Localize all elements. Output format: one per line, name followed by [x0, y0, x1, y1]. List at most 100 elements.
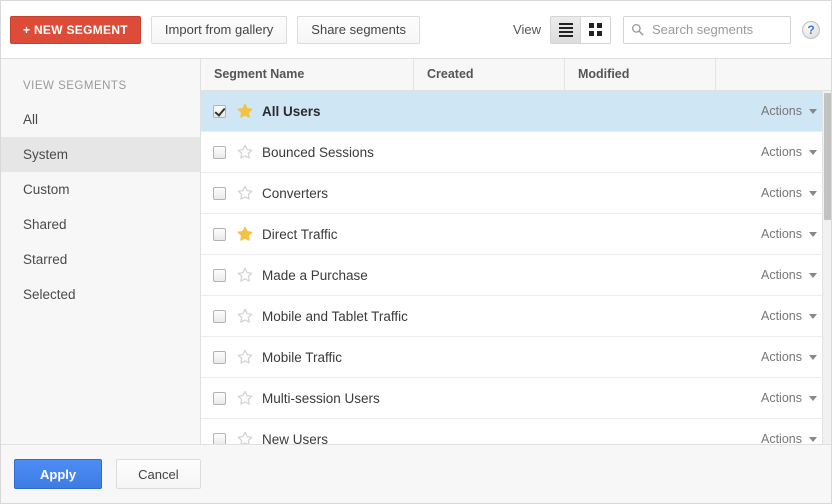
new-segment-button[interactable]: + NEW SEGMENT: [10, 15, 141, 44]
row-checkbox[interactable]: [213, 391, 226, 405]
dialog-footer: Apply Cancel: [1, 445, 831, 503]
row-actions-menu[interactable]: Actions: [761, 145, 817, 159]
row-checkbox[interactable]: [213, 268, 226, 282]
sidebar-item-selected[interactable]: Selected: [1, 277, 200, 312]
table-row[interactable]: Made a Purchase Actions: [201, 255, 831, 296]
sidebar-item-shared[interactable]: Shared: [1, 207, 200, 242]
sidebar-item-custom[interactable]: Custom: [1, 172, 200, 207]
row-actions-menu[interactable]: Actions: [761, 227, 817, 241]
table-row[interactable]: Converters Actions: [201, 173, 831, 214]
row-checkbox[interactable]: [213, 104, 226, 118]
column-header-created[interactable]: Created: [414, 59, 565, 90]
segment-name: Multi-session Users: [262, 390, 380, 406]
row-actions-label: Actions: [761, 350, 802, 364]
table-row[interactable]: Mobile Traffic Actions: [201, 337, 831, 378]
cancel-button[interactable]: Cancel: [116, 459, 201, 489]
column-header-segment-name[interactable]: Segment Name: [201, 59, 414, 90]
segment-name: Mobile Traffic: [262, 349, 343, 365]
row-actions-menu[interactable]: Actions: [761, 350, 817, 364]
chevron-down-icon: [809, 149, 817, 155]
table-row[interactable]: Multi-session Users Actions: [201, 378, 831, 419]
star-outline-icon[interactable]: [237, 390, 253, 406]
search-input[interactable]: [650, 21, 783, 38]
table-scrollbar-thumb[interactable]: [824, 93, 831, 220]
table-scrollbar[interactable]: [822, 91, 831, 444]
sidebar-heading: VIEW SEGMENTS: [23, 80, 127, 92]
column-header-actions: [716, 59, 831, 90]
row-actions-menu[interactable]: Actions: [761, 432, 817, 444]
share-segments-button[interactable]: Share segments: [297, 15, 420, 44]
sidebar: VIEW SEGMENTS All System Custom Shared S…: [1, 59, 201, 444]
star-filled-icon[interactable]: [237, 103, 253, 119]
chevron-down-icon: [809, 108, 817, 114]
row-actions-label: Actions: [761, 186, 802, 200]
row-actions-label: Actions: [761, 145, 802, 159]
apply-button[interactable]: Apply: [14, 459, 103, 489]
star-outline-icon[interactable]: [237, 185, 253, 201]
row-checkbox[interactable]: [213, 350, 226, 364]
segments-dialog: + NEW SEGMENT Import from gallery Share …: [0, 0, 832, 504]
grid-view-icon: [589, 23, 602, 36]
row-actions-menu[interactable]: Actions: [761, 309, 817, 323]
grid-view-button[interactable]: [580, 16, 610, 43]
chevron-down-icon: [809, 436, 817, 442]
row-actions-menu[interactable]: Actions: [761, 186, 817, 200]
chevron-down-icon: [809, 313, 817, 319]
table-row[interactable]: New Users Actions: [201, 419, 831, 444]
segment-name: Mobile and Tablet Traffic: [262, 308, 408, 324]
row-checkbox[interactable]: [213, 186, 226, 200]
row-checkbox[interactable]: [213, 432, 226, 444]
row-actions-label: Actions: [761, 104, 802, 118]
segment-name: Direct Traffic: [262, 226, 338, 242]
table-header-row: Segment Name Created Modified: [201, 59, 831, 91]
dialog-body: VIEW SEGMENTS All System Custom Shared S…: [1, 59, 831, 445]
row-actions-menu[interactable]: Actions: [761, 391, 817, 405]
column-header-modified[interactable]: Modified: [565, 59, 716, 90]
table-row[interactable]: All Users Actions: [201, 91, 831, 132]
chevron-down-icon: [809, 190, 817, 196]
segment-name: All Users: [262, 103, 321, 119]
view-toggle-group: [550, 15, 611, 44]
toolbar: + NEW SEGMENT Import from gallery Share …: [1, 1, 831, 59]
list-view-icon: [558, 22, 573, 37]
star-outline-icon[interactable]: [237, 144, 253, 160]
view-label: View: [513, 22, 541, 37]
chevron-down-icon: [809, 395, 817, 401]
row-actions-menu[interactable]: Actions: [761, 104, 817, 118]
row-actions-label: Actions: [761, 227, 802, 241]
chevron-down-icon: [809, 354, 817, 360]
table-rows-host: All Users Actions Bounced Sessions Actions C…: [201, 91, 831, 444]
chevron-down-icon: [809, 231, 817, 237]
star-outline-icon[interactable]: [237, 431, 253, 444]
list-view-button[interactable]: [551, 16, 580, 43]
row-checkbox[interactable]: [213, 145, 226, 159]
star-outline-icon[interactable]: [237, 349, 253, 365]
search-box[interactable]: [623, 15, 791, 44]
chevron-down-icon: [809, 272, 817, 278]
star-outline-icon[interactable]: [237, 267, 253, 283]
segment-name: Made a Purchase: [262, 267, 368, 283]
segment-name: Bounced Sessions: [262, 144, 374, 160]
import-from-gallery-button[interactable]: Import from gallery: [150, 15, 288, 44]
table-row[interactable]: Bounced Sessions Actions: [201, 132, 831, 173]
table-row[interactable]: Direct Traffic Actions: [201, 214, 831, 255]
row-actions-label: Actions: [761, 268, 802, 282]
row-actions-label: Actions: [761, 432, 802, 444]
sidebar-item-system[interactable]: System: [1, 137, 200, 172]
segment-name: New Users: [262, 431, 329, 445]
segment-name: Converters: [262, 185, 329, 201]
row-actions-label: Actions: [761, 309, 802, 323]
table-body: All Users Actions Bounced Sessions Actions C…: [201, 91, 831, 444]
sidebar-item-starred[interactable]: Starred: [1, 242, 200, 277]
search-icon: [631, 23, 644, 36]
star-outline-icon[interactable]: [237, 308, 253, 324]
sidebar-item-all[interactable]: All: [1, 102, 200, 137]
row-actions-menu[interactable]: Actions: [761, 268, 817, 282]
help-icon[interactable]: ?: [802, 20, 820, 39]
row-checkbox[interactable]: [213, 309, 226, 323]
row-actions-label: Actions: [761, 391, 802, 405]
star-filled-icon[interactable]: [237, 226, 253, 242]
table-row[interactable]: Mobile and Tablet Traffic Actions: [201, 296, 831, 337]
segments-table: Segment Name Created Modified All Users A…: [201, 59, 831, 444]
row-checkbox[interactable]: [213, 227, 226, 241]
